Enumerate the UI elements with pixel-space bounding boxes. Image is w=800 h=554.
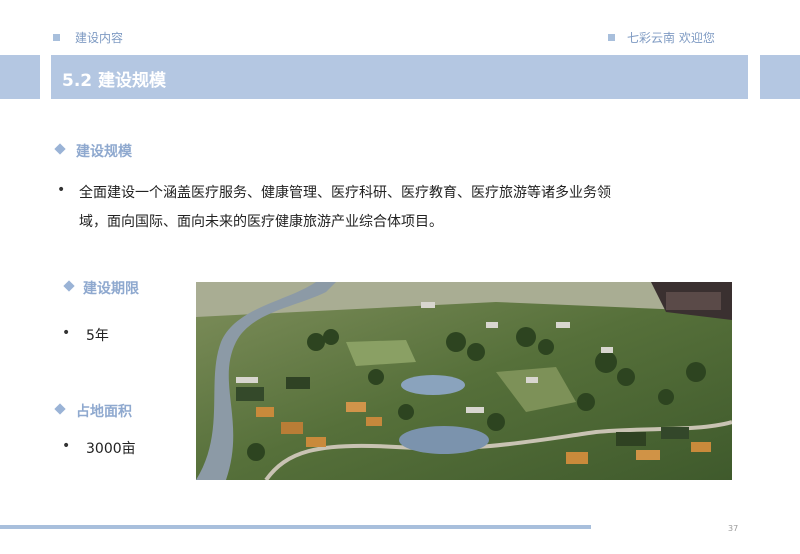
section-title-period: 建设期限 <box>83 281 139 297</box>
title-left-accent-block <box>0 55 40 99</box>
scale-description-line-2: 域，面向国际、面向未来的医疗健康旅游产业综合体项目。 <box>79 214 443 230</box>
masterplan-model-photo <box>196 282 732 480</box>
bullet-dot-icon: • <box>62 438 71 454</box>
bullet-dot-icon: • <box>62 325 71 341</box>
section-title-scale: 建设规模 <box>76 144 132 160</box>
page-title: 5.2 建设规模 <box>62 71 167 91</box>
period-value: 5年 <box>86 328 109 344</box>
section-title-area: 占地面积 <box>76 404 132 420</box>
title-right-accent-block <box>760 55 800 99</box>
scale-description-line-1: 全面建设一个涵盖医疗服务、健康管理、医疗科研、医疗教育、医疗旅游等诸多业务领 <box>79 185 611 201</box>
footer-divider <box>0 525 591 529</box>
header-left-square-icon <box>53 34 60 41</box>
title-bar: 5.2 建设规模 <box>51 55 748 99</box>
diamond-bullet-icon <box>54 143 66 155</box>
header-section-label: 建设内容 <box>75 31 124 45</box>
header-welcome-label: 七彩云南 欢迎您 <box>627 31 715 45</box>
page-number: 37 <box>728 524 739 533</box>
bullet-dot-icon: • <box>57 182 66 198</box>
diamond-bullet-icon <box>54 403 66 415</box>
header-right-square-icon <box>608 34 615 41</box>
diamond-bullet-icon <box>63 280 75 292</box>
area-value: 3000亩 <box>86 441 136 457</box>
